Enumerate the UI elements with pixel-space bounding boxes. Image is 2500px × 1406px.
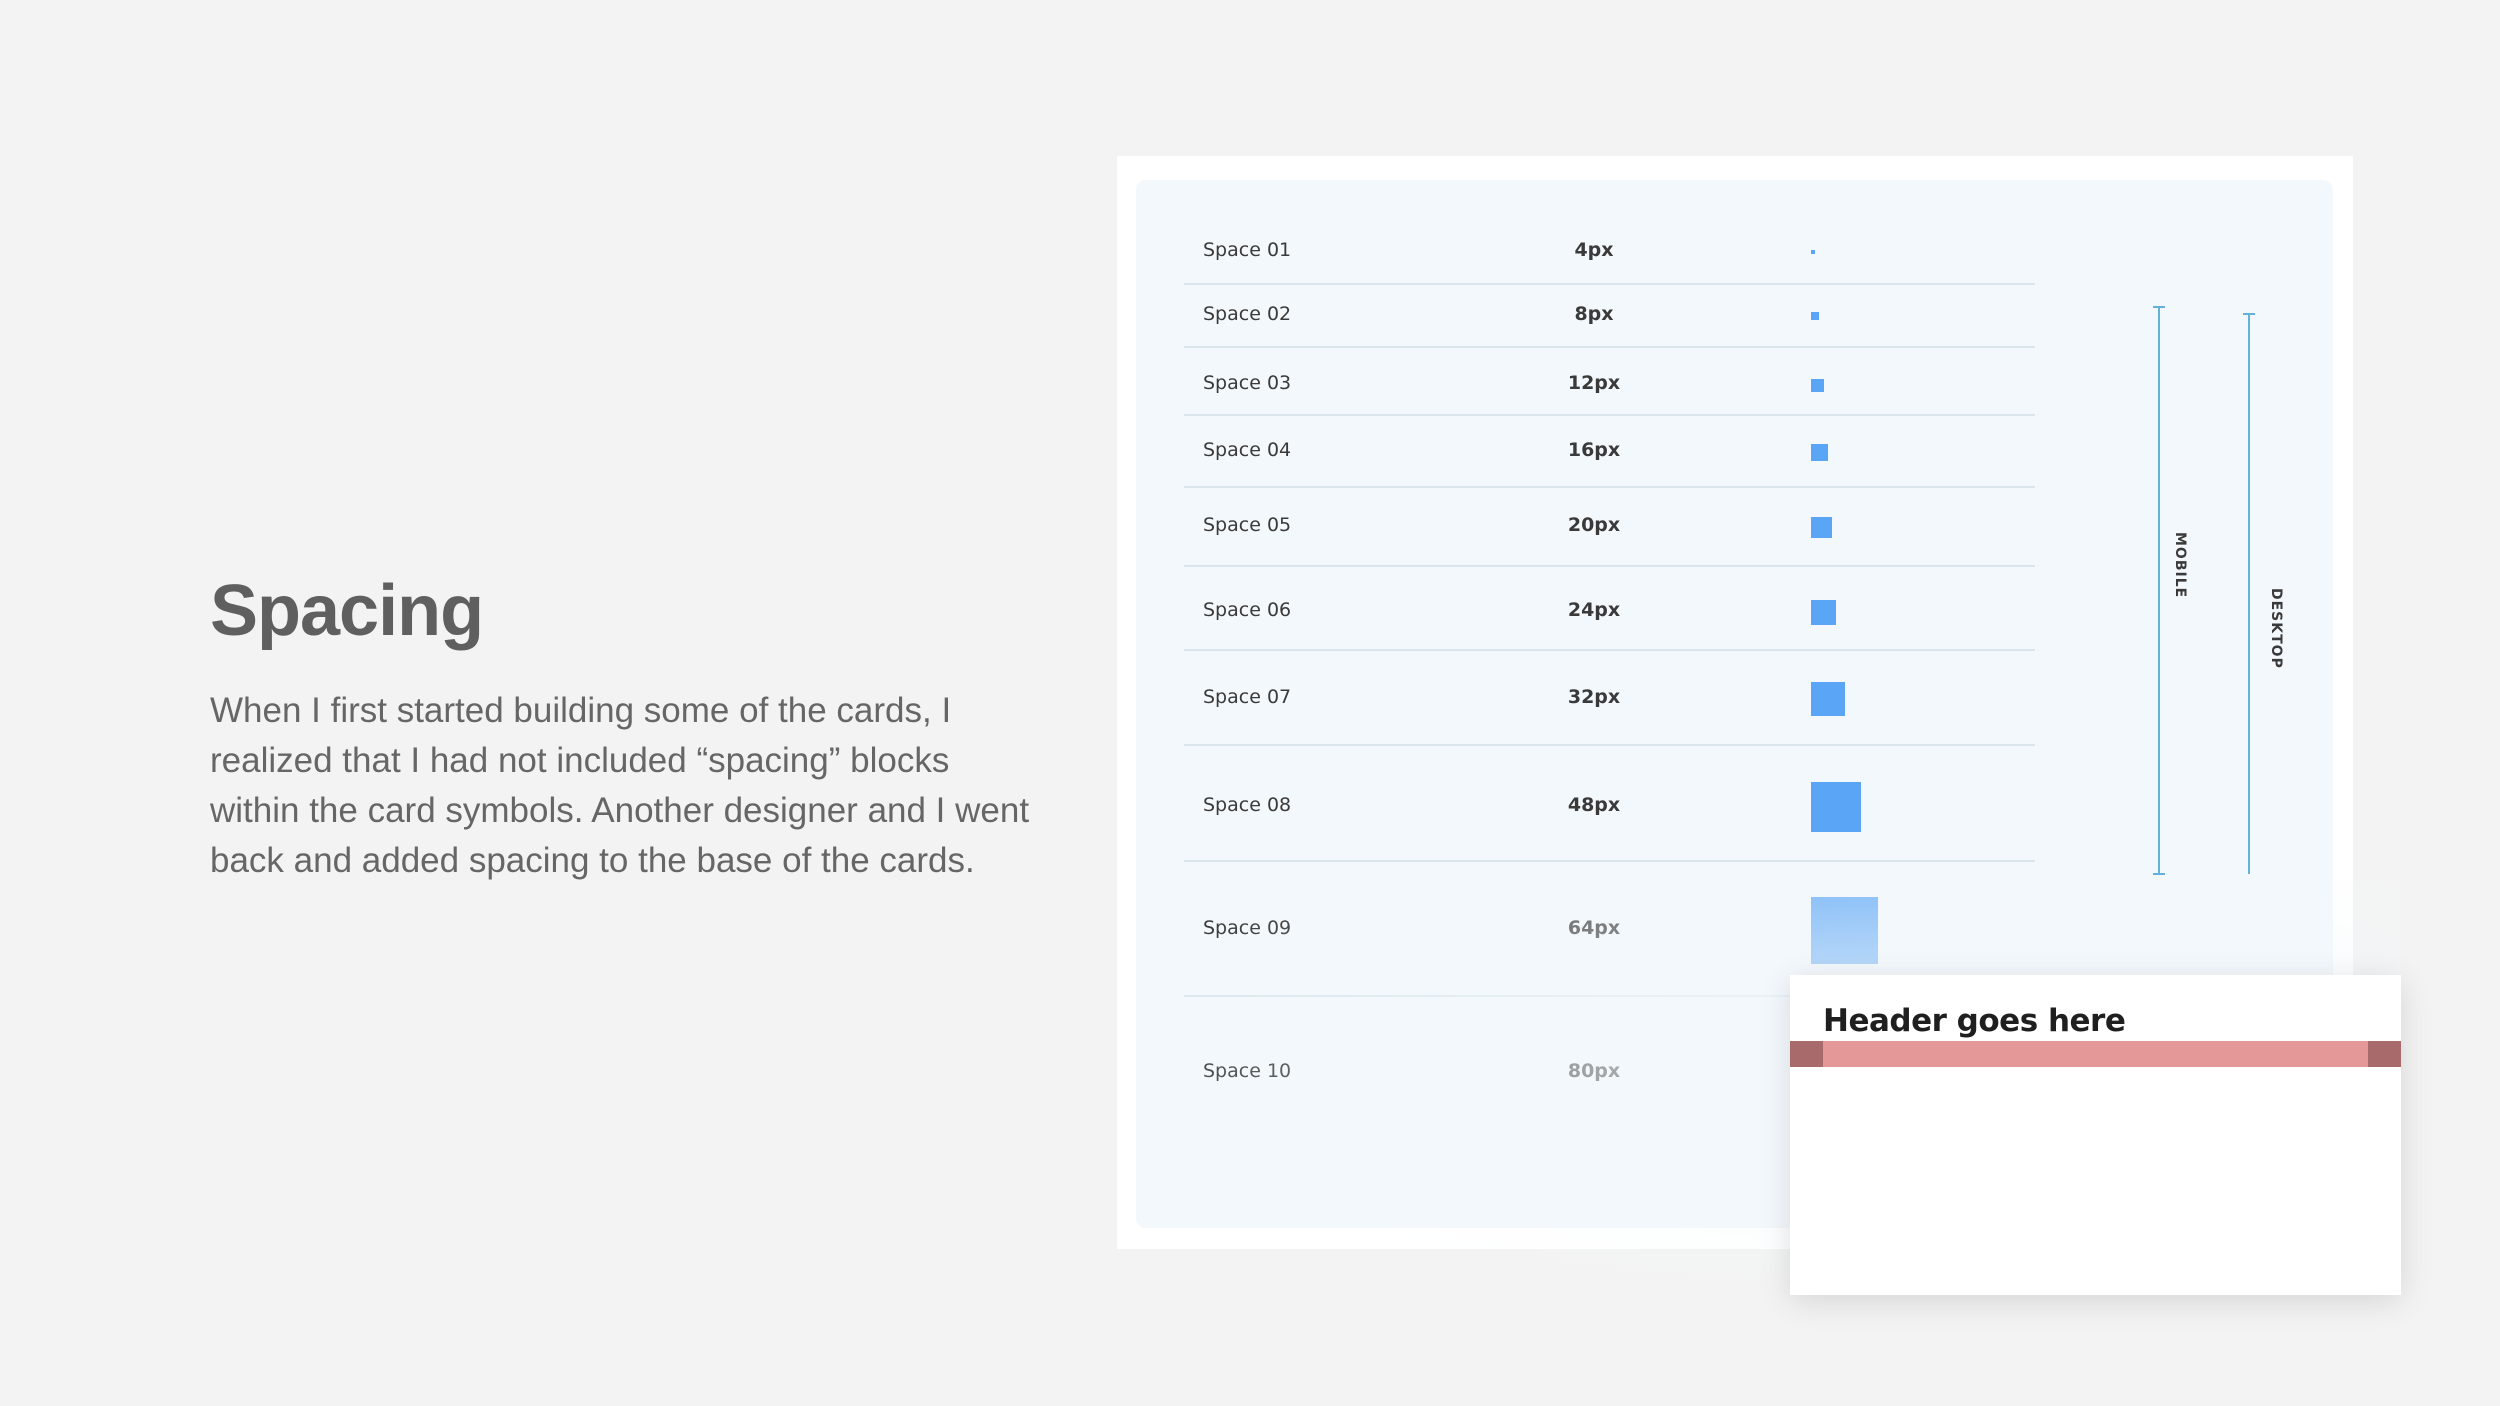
row-divider bbox=[1184, 414, 2035, 416]
space-row-value: 48px bbox=[1567, 794, 1621, 816]
space-swatch bbox=[1811, 250, 1815, 254]
space-swatch bbox=[1811, 599, 1836, 625]
space-row-label: Space 02 bbox=[1203, 303, 1292, 325]
space-row-label: Space 07 bbox=[1203, 686, 1292, 708]
space-row-value: 12px bbox=[1567, 372, 1621, 394]
row-divider bbox=[1184, 649, 2035, 651]
card-preview: Header goes here bbox=[1790, 975, 2401, 1295]
card-spacing-bar bbox=[1790, 1041, 2401, 1067]
space-row-label: Space 08 bbox=[1203, 794, 1292, 816]
space-swatch bbox=[1811, 378, 1824, 392]
row-divider bbox=[1184, 486, 2035, 488]
row-divider bbox=[1184, 565, 2035, 567]
page-title: Spacing bbox=[210, 571, 484, 651]
row-divider bbox=[1184, 346, 2035, 348]
row-divider bbox=[1184, 744, 2035, 746]
space-row-value: 24px bbox=[1567, 599, 1621, 621]
space-row-label: Space 06 bbox=[1203, 599, 1292, 621]
space-swatch bbox=[1811, 443, 1828, 461]
card-bar-left-edge bbox=[1790, 1041, 1823, 1067]
mobile-bracket-top-cap bbox=[2153, 306, 2165, 308]
space-row-label: Space 04 bbox=[1203, 439, 1292, 461]
desktop-bracket bbox=[2248, 314, 2250, 874]
space-swatch bbox=[1811, 682, 1845, 716]
space-row-value: 20px bbox=[1567, 514, 1621, 536]
desktop-label: DESKTOP bbox=[2268, 588, 2284, 669]
page-description: When I first started building some of th… bbox=[210, 691, 1030, 880]
space-row-value: 64px bbox=[1567, 917, 1621, 939]
space-row-value: 4px bbox=[1574, 239, 1614, 261]
space-swatch bbox=[1811, 312, 1819, 320]
desktop-bracket-top-cap bbox=[2243, 313, 2255, 315]
space-row-value: 32px bbox=[1567, 686, 1621, 708]
space-row-label: Space 10 bbox=[1203, 1060, 1292, 1082]
space-row-value: 80px bbox=[1567, 1060, 1621, 1082]
mobile-bracket bbox=[2158, 307, 2160, 874]
space-row-label: Space 01 bbox=[1203, 239, 1292, 261]
card-header: Header goes here bbox=[1823, 1003, 2126, 1039]
space-row-label: Space 05 bbox=[1203, 514, 1292, 536]
space-swatch bbox=[1811, 896, 1878, 964]
space-row-label: Space 03 bbox=[1203, 372, 1292, 394]
mobile-bracket-bottom-cap bbox=[2153, 873, 2165, 875]
space-row-value: 8px bbox=[1574, 303, 1614, 325]
space-swatch bbox=[1811, 782, 1861, 832]
space-swatch bbox=[1811, 516, 1832, 538]
space-row-value: 16px bbox=[1567, 439, 1621, 461]
row-divider bbox=[1184, 860, 2035, 862]
card-bar-right-edge bbox=[2368, 1041, 2401, 1067]
row-divider bbox=[1184, 283, 2035, 285]
mobile-label: MOBILE bbox=[2172, 532, 2188, 599]
intro-section: Spacing When I first started building so… bbox=[210, 570, 1030, 886]
space-row-label: Space 09 bbox=[1203, 917, 1292, 939]
